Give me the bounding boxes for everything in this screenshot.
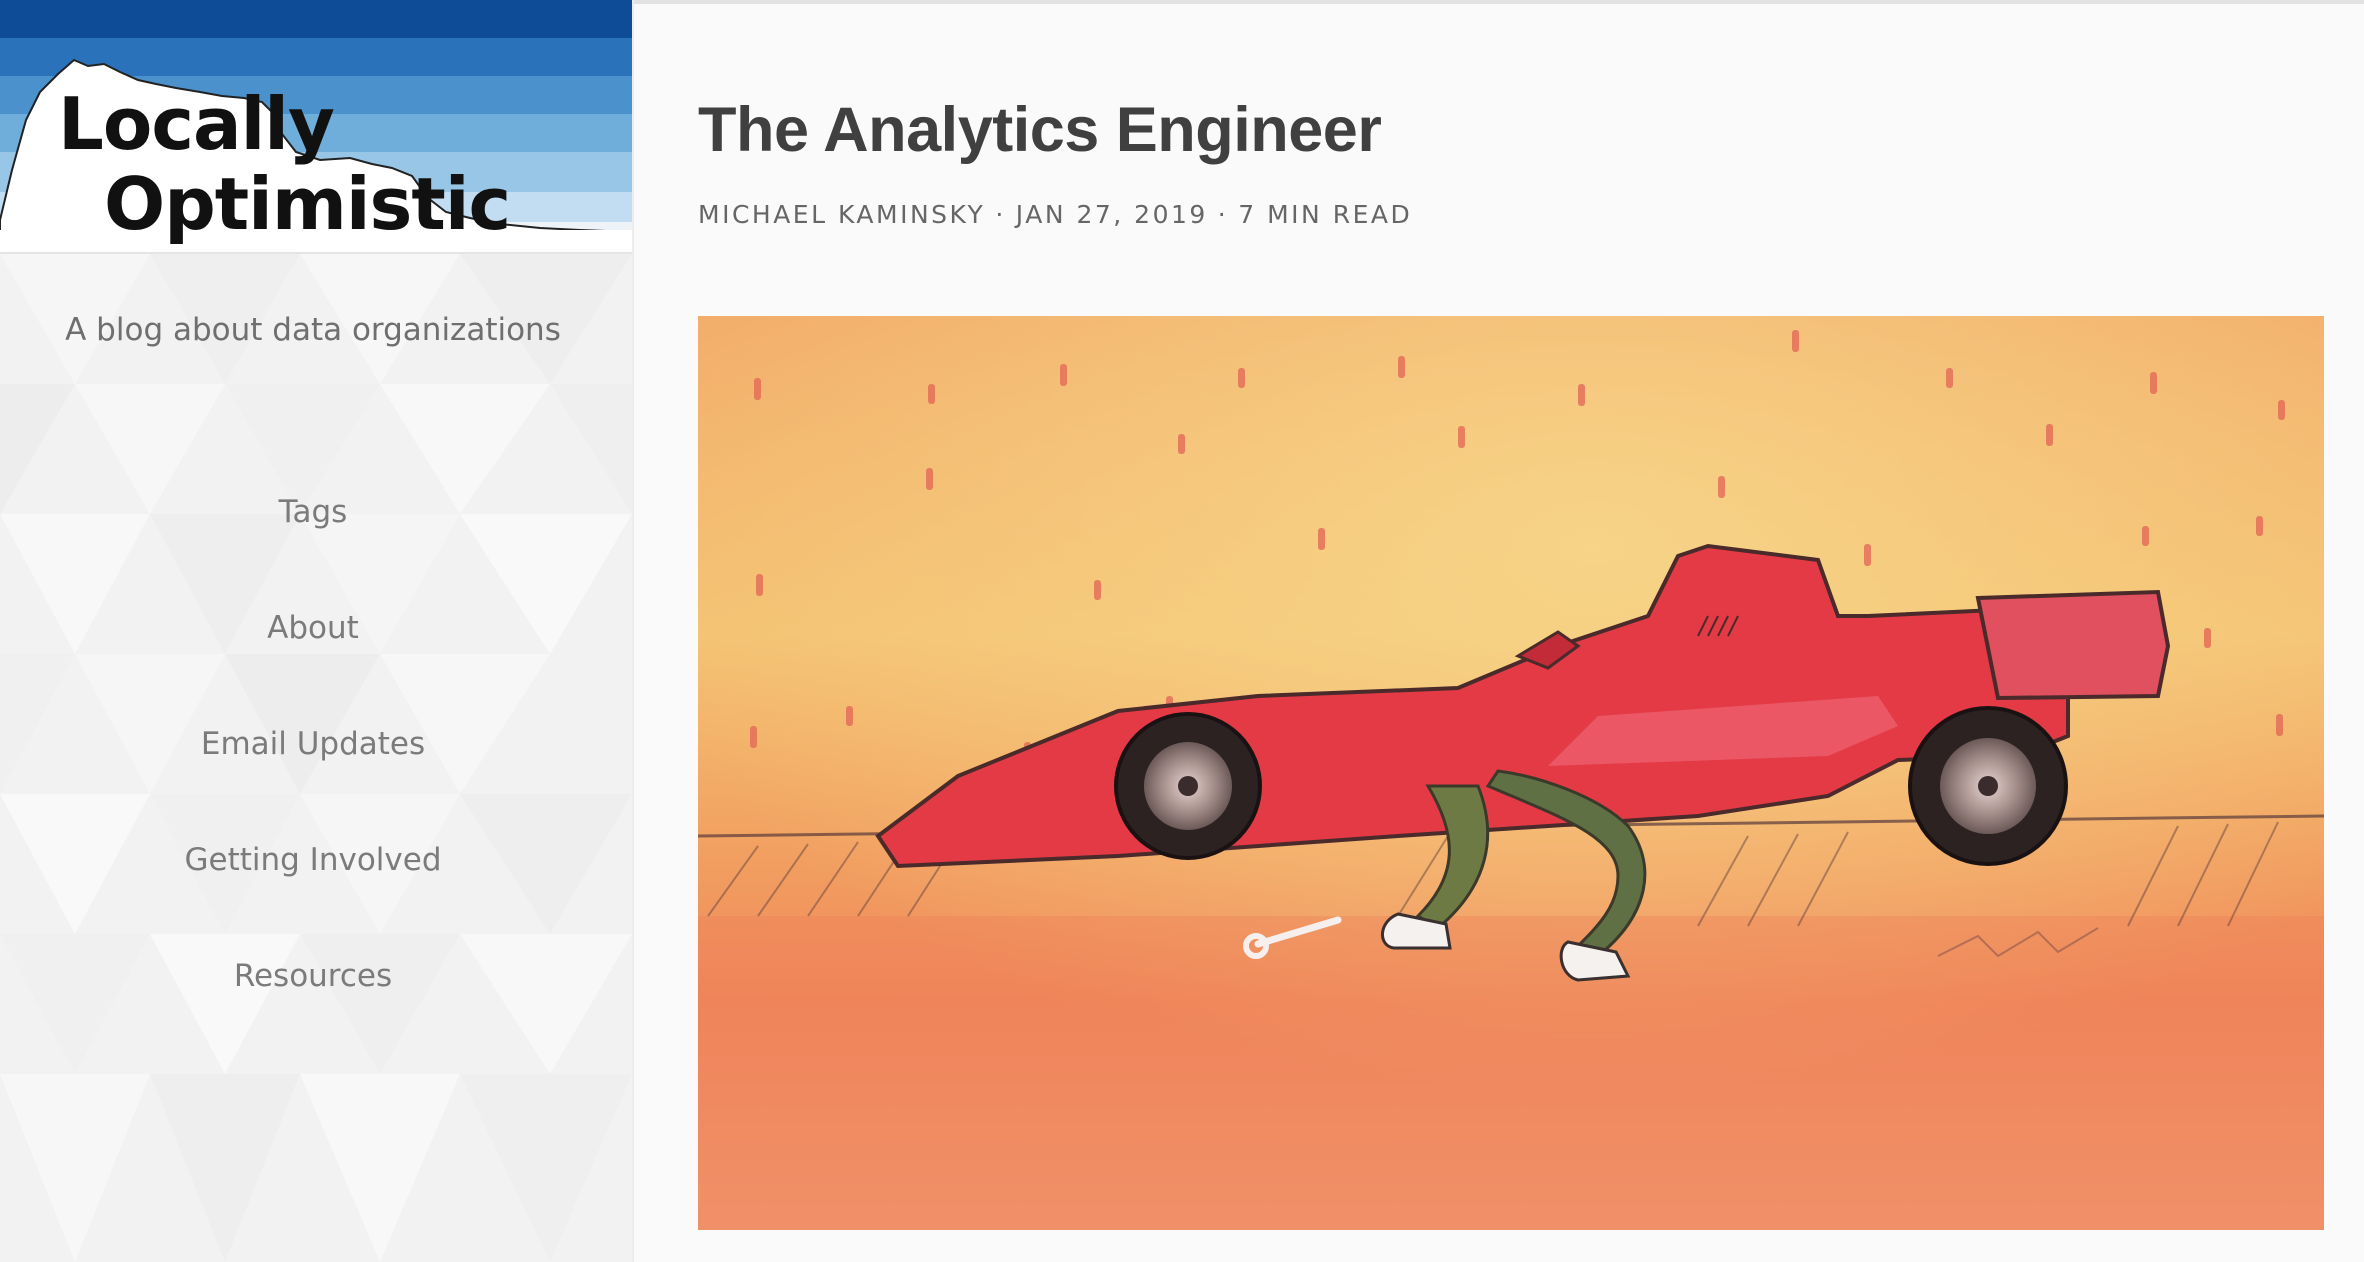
nav-link-about[interactable]: About	[0, 596, 626, 712]
meta-separator: ·	[995, 200, 1006, 229]
nav-link-email-updates[interactable]: Email Updates	[0, 712, 626, 828]
sidebar: Locally Optimistic A blog about data org…	[0, 0, 634, 1262]
hero-image	[698, 316, 2324, 1230]
logo-word-optimistic: Optimistic	[104, 162, 511, 246]
post-date: JAN 27, 2019	[1015, 200, 1208, 229]
post-title: The Analytics Engineer	[698, 95, 1382, 165]
nav-link-getting-involved[interactable]: Getting Involved	[0, 828, 626, 944]
site-tagline: A blog about data organizations	[65, 312, 561, 348]
site-logo[interactable]: Locally Optimistic	[0, 0, 632, 254]
sidebar-nav: Tags About Email Updates Getting Involve…	[0, 480, 626, 1060]
top-border	[632, 0, 2364, 4]
nav-link-tags[interactable]: Tags	[0, 480, 626, 596]
post-meta: MICHAEL KAMINSKY · JAN 27, 2019 · 7 MIN READ	[698, 200, 1412, 229]
meta-separator: ·	[1217, 200, 1229, 229]
nav-link-resources[interactable]: Resources	[0, 944, 626, 1060]
post-author[interactable]: MICHAEL KAMINSKY	[698, 200, 985, 229]
logo-word-locally: Locally	[58, 82, 335, 166]
post-read-time: 7 MIN READ	[1238, 200, 1413, 229]
